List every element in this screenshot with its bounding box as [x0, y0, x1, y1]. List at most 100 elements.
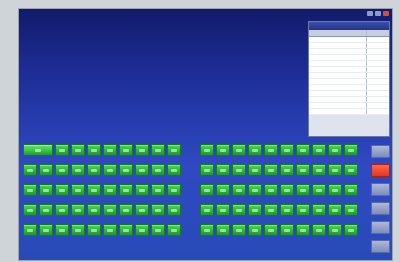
key-tile[interactable] [167, 204, 181, 216]
key-tile[interactable] [167, 144, 181, 156]
key-tile[interactable] [151, 144, 165, 156]
side-button[interactable] [371, 183, 390, 196]
key-tile[interactable] [280, 184, 294, 196]
key-tile[interactable] [87, 144, 101, 156]
key-tile[interactable] [39, 204, 53, 216]
minimize-icon[interactable] [367, 11, 373, 16]
key-tile[interactable] [296, 204, 310, 216]
key-tile[interactable] [264, 164, 278, 176]
key-tile[interactable] [87, 184, 101, 196]
key-tile[interactable] [216, 224, 230, 236]
key-tile[interactable] [103, 204, 117, 216]
key-tile[interactable] [312, 224, 326, 236]
side-button[interactable] [371, 145, 390, 158]
key-tile[interactable] [232, 164, 246, 176]
key-tile[interactable] [312, 184, 326, 196]
key-tile[interactable] [55, 224, 69, 236]
key-tile[interactable] [39, 164, 53, 176]
key-tile[interactable] [71, 224, 85, 236]
key-tile[interactable] [344, 204, 358, 216]
key-tile[interactable] [216, 164, 230, 176]
key-tile[interactable] [264, 184, 278, 196]
key-tile[interactable] [23, 224, 37, 236]
key-tile[interactable] [151, 204, 165, 216]
key-tile[interactable] [248, 164, 262, 176]
key-tile[interactable] [328, 144, 342, 156]
key-tile[interactable] [23, 204, 37, 216]
key-tile[interactable] [151, 184, 165, 196]
key-tile[interactable] [119, 184, 133, 196]
key-tile[interactable] [39, 184, 53, 196]
key-tile[interactable] [87, 164, 101, 176]
key-tile[interactable] [312, 164, 326, 176]
key-tile[interactable] [135, 204, 149, 216]
side-button[interactable] [371, 221, 390, 234]
key-tile[interactable] [312, 144, 326, 156]
panel-row[interactable] [309, 108, 389, 115]
key-tile[interactable] [55, 164, 69, 176]
key-tile[interactable] [328, 164, 342, 176]
key-tile[interactable] [248, 204, 262, 216]
key-tile[interactable] [103, 164, 117, 176]
key-tile[interactable] [135, 144, 149, 156]
key-tile[interactable] [248, 144, 262, 156]
key-tile[interactable] [119, 224, 133, 236]
key-tile[interactable] [200, 184, 214, 196]
key-tile[interactable] [280, 204, 294, 216]
key-tile[interactable] [232, 224, 246, 236]
key-tile-wide[interactable] [23, 144, 53, 156]
side-button[interactable] [371, 240, 390, 253]
key-tile[interactable] [151, 224, 165, 236]
key-tile[interactable] [248, 224, 262, 236]
key-tile[interactable] [167, 164, 181, 176]
key-tile[interactable] [87, 204, 101, 216]
key-tile[interactable] [328, 204, 342, 216]
key-tile[interactable] [344, 184, 358, 196]
key-tile[interactable] [200, 164, 214, 176]
key-tile[interactable] [200, 224, 214, 236]
key-tile[interactable] [167, 184, 181, 196]
key-tile[interactable] [119, 164, 133, 176]
key-tile[interactable] [71, 204, 85, 216]
key-tile[interactable] [216, 204, 230, 216]
key-tile[interactable] [55, 204, 69, 216]
key-tile[interactable] [328, 184, 342, 196]
key-tile[interactable] [200, 204, 214, 216]
key-tile[interactable] [87, 224, 101, 236]
key-tile[interactable] [135, 224, 149, 236]
maximize-icon[interactable] [375, 11, 381, 16]
key-tile[interactable] [55, 144, 69, 156]
key-tile[interactable] [135, 184, 149, 196]
key-tile[interactable] [232, 144, 246, 156]
key-tile[interactable] [296, 184, 310, 196]
key-tile[interactable] [344, 144, 358, 156]
side-button-active[interactable] [371, 164, 390, 177]
key-tile[interactable] [167, 224, 181, 236]
key-tile[interactable] [216, 184, 230, 196]
key-tile[interactable] [119, 204, 133, 216]
key-tile[interactable] [232, 204, 246, 216]
key-tile[interactable] [280, 224, 294, 236]
key-tile[interactable] [280, 144, 294, 156]
key-tile[interactable] [216, 144, 230, 156]
key-tile[interactable] [312, 204, 326, 216]
key-tile[interactable] [103, 184, 117, 196]
key-tile[interactable] [344, 224, 358, 236]
key-tile[interactable] [55, 184, 69, 196]
key-tile[interactable] [200, 144, 214, 156]
key-tile[interactable] [264, 144, 278, 156]
key-tile[interactable] [119, 144, 133, 156]
key-tile[interactable] [23, 164, 37, 176]
key-tile[interactable] [39, 224, 53, 236]
key-tile[interactable] [344, 164, 358, 176]
key-tile[interactable] [71, 164, 85, 176]
key-tile[interactable] [264, 204, 278, 216]
key-tile[interactable] [280, 164, 294, 176]
key-tile[interactable] [151, 164, 165, 176]
key-tile[interactable] [232, 184, 246, 196]
key-tile[interactable] [248, 184, 262, 196]
key-tile[interactable] [71, 144, 85, 156]
key-tile[interactable] [296, 164, 310, 176]
key-tile[interactable] [296, 144, 310, 156]
key-tile[interactable] [23, 184, 37, 196]
